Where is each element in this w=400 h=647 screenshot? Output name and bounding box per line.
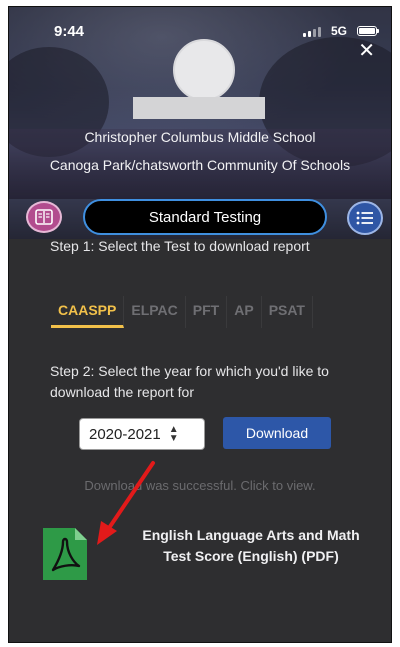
- year-select[interactable]: 2020-2021 ▲ ▼: [79, 418, 205, 450]
- network-type: 5G: [330, 24, 347, 38]
- list-icon: [356, 211, 373, 225]
- close-icon[interactable]: ✕: [358, 41, 375, 61]
- book-icon-button[interactable]: [26, 201, 62, 233]
- status-time: 9:44: [54, 23, 85, 40]
- book-icon: [35, 209, 53, 225]
- app-screen: 9:44 5G ✕ Christopher Columbus Middle Sc…: [8, 6, 392, 643]
- battery-icon: [357, 26, 379, 36]
- pdf-icon[interactable]: [41, 526, 89, 582]
- step1-label: Step 1: Select the Test to download repo…: [50, 238, 310, 254]
- tab-ap[interactable]: AP: [227, 296, 262, 328]
- community-name: Canoga Park/chatsworth Community Of Scho…: [49, 157, 351, 173]
- download-success-message[interactable]: Download was successful. Click to view.: [9, 478, 391, 493]
- tab-caaspp[interactable]: CAASPP: [51, 296, 125, 328]
- list-icon-button[interactable]: [347, 201, 383, 235]
- test-tabs: CAASPP ELPAC PFT AP PSAT: [51, 296, 313, 328]
- select-arrows-icon: ▲ ▼: [168, 424, 179, 444]
- year-select-value: 2020-2021: [89, 425, 161, 443]
- signal-icon: [303, 27, 321, 37]
- toolbar: Standard Testing: [9, 199, 391, 239]
- tab-psat[interactable]: PSAT: [262, 296, 313, 328]
- school-name: Christopher Columbus Middle School: [84, 129, 316, 145]
- tab-elpac[interactable]: ELPAC: [124, 296, 186, 328]
- step2-label: Step 2: Select the year for which you'd …: [50, 363, 329, 400]
- download-button[interactable]: Download: [223, 417, 331, 449]
- tab-pft[interactable]: PFT: [186, 296, 228, 328]
- avatar: [173, 39, 235, 101]
- user-name-redacted: [133, 97, 265, 119]
- report-file-link[interactable]: English Language Arts and Math Test Scor…: [135, 525, 367, 567]
- standard-testing-title[interactable]: Standard Testing: [83, 199, 327, 235]
